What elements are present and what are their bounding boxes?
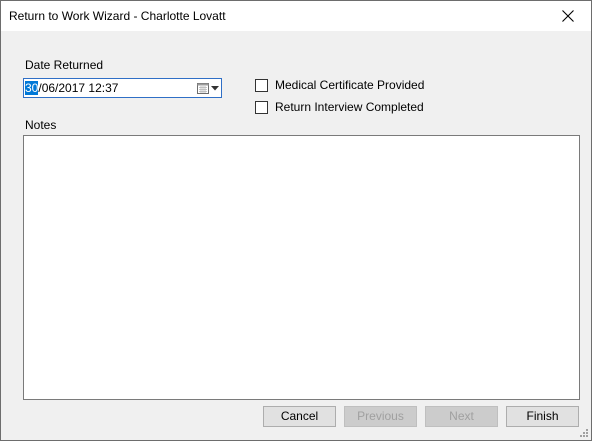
return-interview-checkbox-row[interactable]: Return Interview Completed <box>255 100 424 114</box>
close-icon <box>562 10 574 22</box>
resize-grip-icon[interactable] <box>579 428 589 438</box>
title-bar[interactable]: Return to Work Wizard - Charlotte Lovatt <box>1 1 591 31</box>
date-rest: /06/2017 12:37 <box>38 81 119 95</box>
calendar-icon[interactable] <box>197 82 209 94</box>
date-returned-label: Date Returned <box>25 58 104 72</box>
window-title: Return to Work Wizard - Charlotte Lovatt <box>9 9 226 23</box>
medical-certificate-checkbox[interactable] <box>255 78 268 92</box>
close-button[interactable] <box>545 1 591 31</box>
return-interview-label[interactable]: Return Interview Completed <box>275 100 424 114</box>
cancel-button[interactable]: Cancel <box>263 406 336 427</box>
chevron-down-icon[interactable] <box>211 86 219 91</box>
previous-button[interactable]: Previous <box>344 406 417 427</box>
return-interview-checkbox[interactable] <box>255 100 268 114</box>
date-returned-picker[interactable]: 30/06/2017 12:37 <box>23 78 222 98</box>
notes-label: Notes <box>25 118 57 132</box>
medical-certificate-label[interactable]: Medical Certificate Provided <box>275 78 424 92</box>
date-day-selected[interactable]: 30 <box>25 81 39 95</box>
next-button[interactable]: Next <box>425 406 498 427</box>
finish-button[interactable]: Finish <box>506 406 579 427</box>
wizard-window: Return to Work Wizard - Charlotte Lovatt… <box>0 0 592 441</box>
notes-textarea[interactable] <box>23 135 580 400</box>
medical-certificate-checkbox-row[interactable]: Medical Certificate Provided <box>255 78 424 92</box>
date-returned-value[interactable]: 30/06/2017 12:37 <box>25 81 118 95</box>
